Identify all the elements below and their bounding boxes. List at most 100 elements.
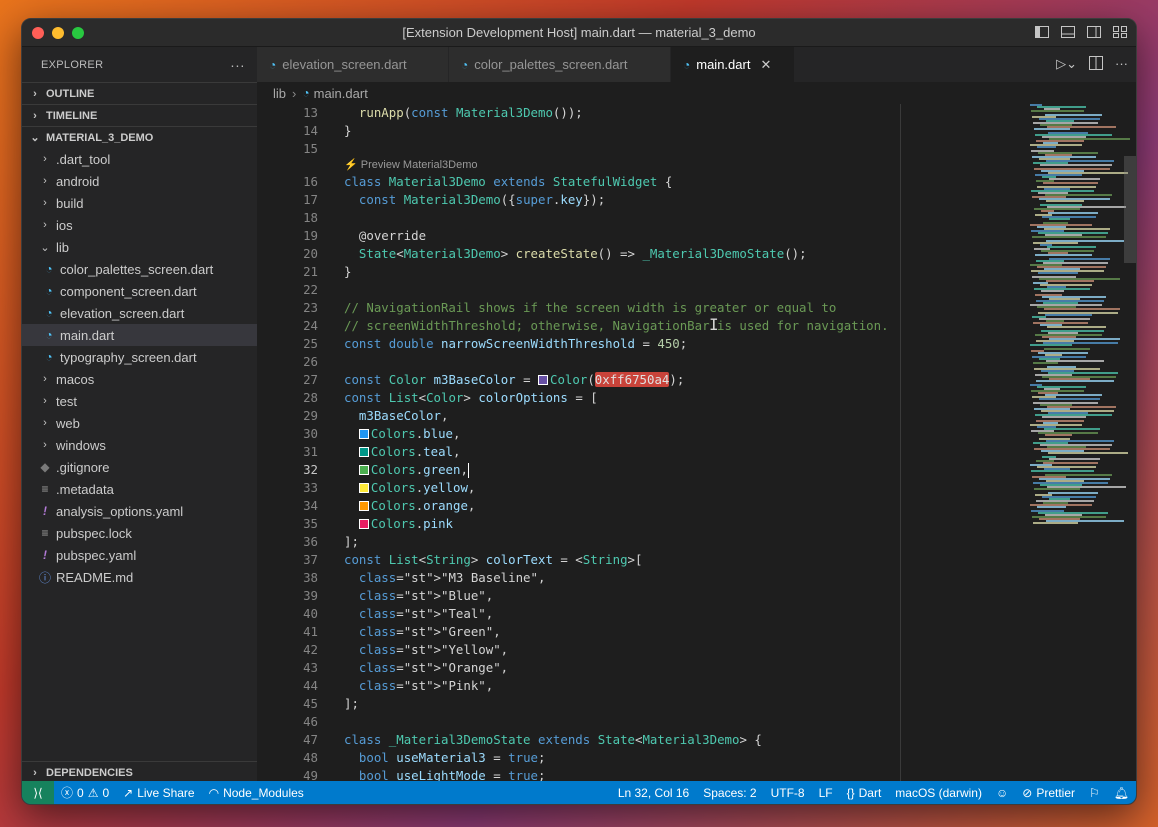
tree-item[interactable]: ≡ .metadata: [22, 478, 257, 500]
language-mode[interactable]: {} Dart: [840, 786, 889, 800]
prettier-label: Prettier: [1036, 785, 1075, 800]
remote-icon: ⟩⟨: [33, 785, 43, 800]
outline-section[interactable]: › OUTLINE: [22, 82, 257, 104]
tree-item-label: web: [56, 415, 80, 431]
chevron-down-icon: ⌄: [40, 241, 50, 254]
code-text: const double narrowScreenWidthThreshold …: [344, 336, 688, 351]
cursor-position[interactable]: Ln 32, Col 16: [611, 786, 696, 800]
color-swatch-icon[interactable]: [358, 447, 369, 457]
prettier-button[interactable]: ⊘ Prettier: [1015, 786, 1082, 800]
tree-item[interactable]: ◔ main.dart: [22, 324, 257, 346]
line-number: 18: [303, 210, 318, 225]
line-number: 14: [303, 123, 318, 138]
tree-item-label: .metadata: [56, 481, 114, 497]
timeline-section[interactable]: › TIMELINE: [22, 104, 257, 126]
tree-item-label: lib: [56, 239, 70, 255]
tree-item[interactable]: ⌄ lib: [22, 236, 257, 258]
code-text: class="st">"Yellow",: [358, 642, 509, 657]
tree-item[interactable]: › windows: [22, 434, 257, 456]
tree-item[interactable]: ! pubspec.yaml: [22, 544, 257, 566]
minimap[interactable]: [1022, 104, 1130, 783]
toggle-secondary-sidebar-icon[interactable]: [1086, 24, 1102, 40]
feedback-button[interactable]: ⚐: [1082, 786, 1107, 800]
indentation[interactable]: Spaces: 2: [696, 786, 763, 800]
problems-indicator[interactable]: ⓧ 0 ⚠ 0: [54, 784, 116, 801]
minimap-line: [1046, 280, 1094, 282]
dependencies-section[interactable]: › DEPENDENCIES: [22, 761, 257, 783]
platform-indicator[interactable]: macOS (darwin): [888, 786, 989, 800]
color-swatch-icon[interactable]: [358, 465, 369, 475]
tree-item[interactable]: ! analysis_options.yaml: [22, 500, 257, 522]
code-editor[interactable]: 13 runApp(const Material3Demo()); 14} 15 ⚡ …: [257, 104, 1017, 783]
dart-file-icon: ◔: [45, 306, 53, 320]
encoding[interactable]: UTF-8: [764, 786, 812, 800]
color-swatch-icon[interactable]: [358, 483, 369, 493]
tree-item[interactable]: ◔ typography_screen.dart: [22, 346, 257, 368]
close-tab-icon[interactable]: ✕: [760, 57, 771, 73]
breadcrumb-folder[interactable]: lib: [273, 86, 286, 101]
tab-elevation-screen[interactable]: ◔ elevation_screen.dart: [257, 47, 449, 82]
tree-item-label: README.md: [56, 569, 134, 585]
minimap-line: [1032, 236, 1106, 238]
tree-item[interactable]: › test: [22, 390, 257, 412]
toggle-panel-icon[interactable]: [1060, 24, 1076, 40]
remote-indicator[interactable]: ⟩⟨: [22, 781, 54, 804]
check-icon: ⊘: [1022, 785, 1033, 800]
tree-item[interactable]: › macos: [22, 368, 257, 390]
more-actions-icon[interactable]: ···: [230, 57, 245, 73]
color-swatch-icon[interactable]: [358, 519, 369, 529]
code-text: Colors.yellow,: [318, 479, 475, 497]
tree-item[interactable]: ◔ color_palettes_screen.dart: [22, 258, 257, 280]
tree-item[interactable]: › ios: [22, 214, 257, 236]
live-share-button[interactable]: ↗ Live Share: [116, 786, 201, 800]
customize-layout-icon[interactable]: [1112, 24, 1128, 40]
run-debug-icon[interactable]: ▷⌄: [1056, 56, 1077, 73]
tree-item[interactable]: ◆ .gitignore: [22, 456, 257, 478]
line-number: 24: [303, 318, 318, 333]
toggle-sidebar-icon[interactable]: [1034, 24, 1050, 40]
code-line: 15: [257, 140, 1017, 158]
node-modules-button[interactable]: ◠ Node_Modules: [202, 786, 311, 800]
color-swatch-icon[interactable]: [358, 501, 369, 511]
project-section[interactable]: ⌄ MATERIAL_3_DEMO: [22, 126, 257, 148]
split-editor-icon[interactable]: [1089, 56, 1103, 73]
line-number: 38: [303, 570, 318, 585]
color-swatch-icon[interactable]: [358, 429, 369, 439]
tab-main-dart[interactable]: ◔ main.dart ✕: [671, 47, 795, 82]
color-swatch-icon[interactable]: [538, 375, 549, 385]
tree-item[interactable]: › build: [22, 192, 257, 214]
tree-item[interactable]: ≡ pubspec.lock: [22, 522, 257, 544]
minimap-line: [1033, 362, 1058, 364]
notifications-button[interactable]: 🔔︎: [1107, 786, 1136, 800]
code-line: 48 bool useMaterial3 = true;: [257, 749, 1017, 767]
line-number: 27: [303, 372, 318, 387]
line-number: 44: [303, 678, 318, 693]
copilot-button[interactable]: ☺: [989, 786, 1015, 800]
breadcrumb-file[interactable]: main.dart: [314, 86, 368, 101]
code-line: 38 class="st">"M3 Baseline",: [257, 569, 1017, 587]
dart-file-icon: ◔: [302, 86, 310, 100]
maximize-window-button[interactable]: [72, 27, 84, 39]
tree-item[interactable]: › android: [22, 170, 257, 192]
tab-color-palettes-screen[interactable]: ◔ color_palettes_screen.dart: [449, 47, 671, 82]
tree-item[interactable]: ⓘ README.md: [22, 566, 257, 588]
editor-actions: ▷⌄ ···: [1056, 56, 1128, 73]
file-lines-icon: ≡: [41, 526, 49, 540]
minimize-window-button[interactable]: [52, 27, 64, 39]
tree-item[interactable]: › web: [22, 412, 257, 434]
tree-item[interactable]: ◔ component_screen.dart: [22, 280, 257, 302]
tree-item[interactable]: › .dart_tool: [22, 148, 257, 170]
more-actions-icon[interactable]: ···: [1115, 56, 1128, 73]
code-line: 24 // screenWidthThreshold; otherwise, Na…: [257, 317, 1017, 335]
chevron-right-icon: ›: [43, 197, 47, 209]
editor-scrollbar[interactable]: [1124, 156, 1136, 263]
code-line: 25 const double narrowScreenWidthThreshol…: [257, 335, 1017, 353]
end-of-line[interactable]: LF: [812, 786, 840, 800]
close-window-button[interactable]: [32, 27, 44, 39]
minimap-line: [1034, 488, 1080, 490]
code-text: Colors.green,: [318, 461, 469, 479]
codelens-preview[interactable]: ⚡ Preview Material3Demo: [257, 158, 1017, 173]
line-number: 42: [303, 642, 318, 657]
tree-item[interactable]: ◔ elevation_screen.dart: [22, 302, 257, 324]
